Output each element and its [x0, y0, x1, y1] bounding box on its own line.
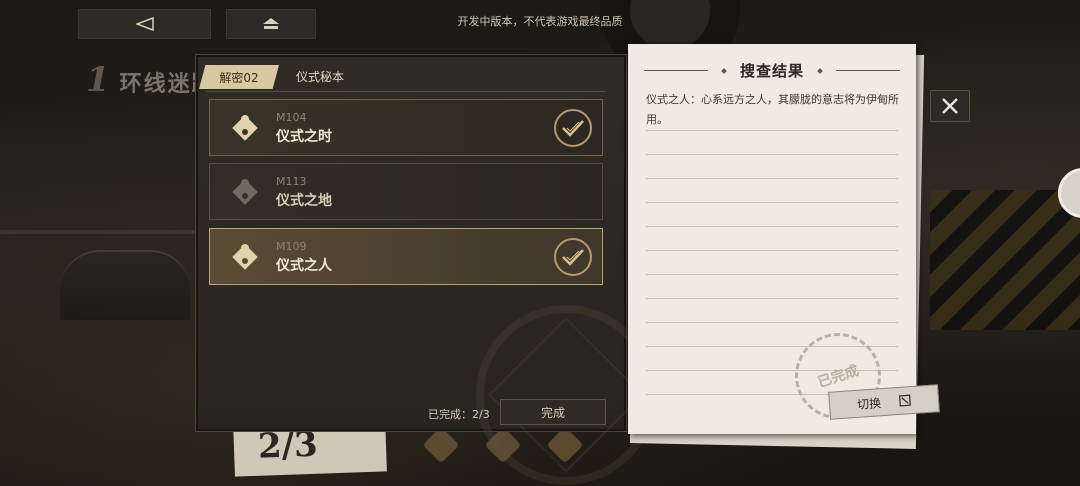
checkmark-icon: [554, 109, 592, 147]
close-icon: [942, 98, 958, 114]
puzzle-piece-icon: [232, 179, 258, 205]
puzzle-piece-icon: [232, 244, 258, 270]
item-code: M109: [276, 240, 307, 253]
home-icon: [263, 18, 279, 29]
switch-icon: [898, 394, 911, 407]
ruled-line: [646, 130, 898, 131]
notebook-header: 搜查结果: [628, 60, 916, 81]
item-name: 仪式之地: [276, 193, 332, 209]
background-building: [60, 250, 190, 320]
puzzle-piece-icon: [232, 115, 258, 141]
home-button[interactable]: [226, 9, 316, 39]
list-item[interactable]: M113 仪式之地: [209, 163, 603, 220]
switch-button-label: 切换: [856, 395, 882, 412]
background-road: [0, 230, 200, 234]
ruled-line: [646, 322, 898, 323]
ruled-line: [646, 250, 898, 251]
notebook-title: 搜查结果: [739, 62, 804, 80]
ruled-line: [646, 154, 898, 155]
done-button[interactable]: 完成: [500, 399, 606, 425]
close-button[interactable]: [930, 90, 970, 122]
panel-divider: [206, 91, 606, 92]
ruled-line: [646, 202, 898, 203]
puzzle-tab-label: 解密02: [199, 65, 279, 89]
puzzle-icon: [422, 426, 460, 464]
header-line: [643, 70, 708, 71]
ruled-line: [646, 274, 898, 275]
header-dot: [817, 67, 823, 74]
ruled-line: [646, 226, 898, 227]
list-item[interactable]: M109 仪式之人: [209, 228, 603, 285]
item-code: M104: [276, 111, 307, 124]
background-hazard-stripes: [930, 190, 1080, 330]
header-dot: [721, 67, 727, 74]
item-name: 仪式之人: [276, 258, 332, 274]
ruled-line: [646, 298, 898, 299]
chapter-number: 1: [86, 60, 112, 100]
notebook-text: 仪式之人：心系远方之人，其朦胧的意志将为伊甸所用。: [646, 93, 899, 126]
progress-label: 已完成：2/3: [428, 408, 490, 421]
list-item[interactable]: M104 仪式之时: [209, 99, 603, 156]
back-triangle-icon: [135, 17, 154, 31]
panel-title: 仪式秘本: [296, 70, 345, 84]
item-code: M113: [276, 175, 307, 188]
ruled-line: [646, 178, 898, 179]
item-name: 仪式之时: [276, 129, 332, 145]
back-button[interactable]: [78, 9, 211, 39]
header-line: [836, 70, 900, 71]
checkmark-icon: [554, 238, 592, 276]
